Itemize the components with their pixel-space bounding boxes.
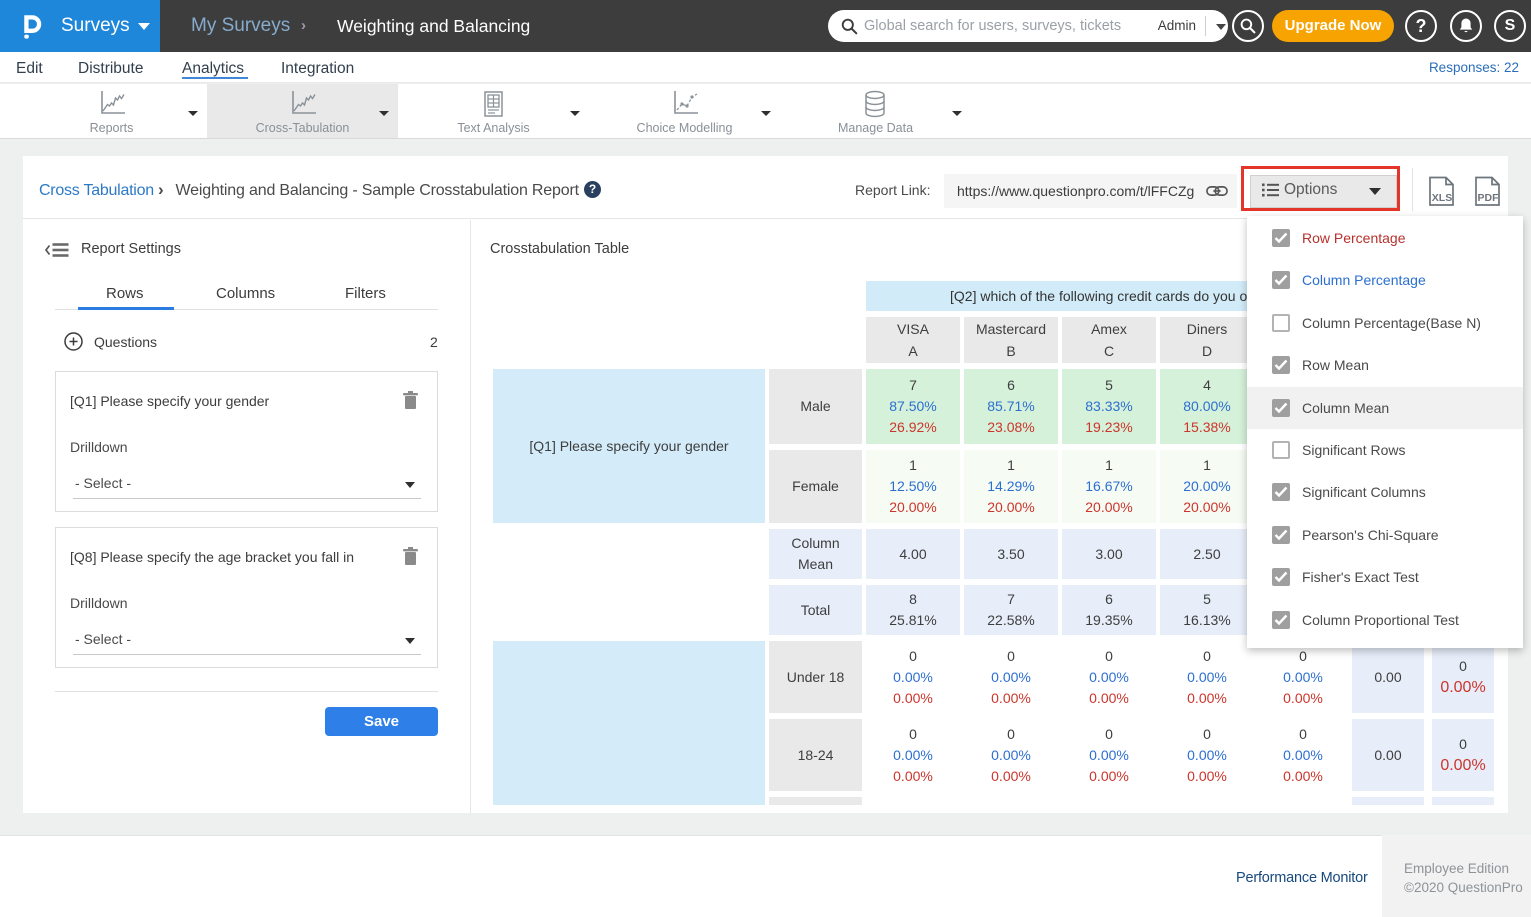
svg-text:XLS: XLS <box>1432 192 1452 204</box>
svg-text:PDF: PDF <box>1478 192 1500 204</box>
